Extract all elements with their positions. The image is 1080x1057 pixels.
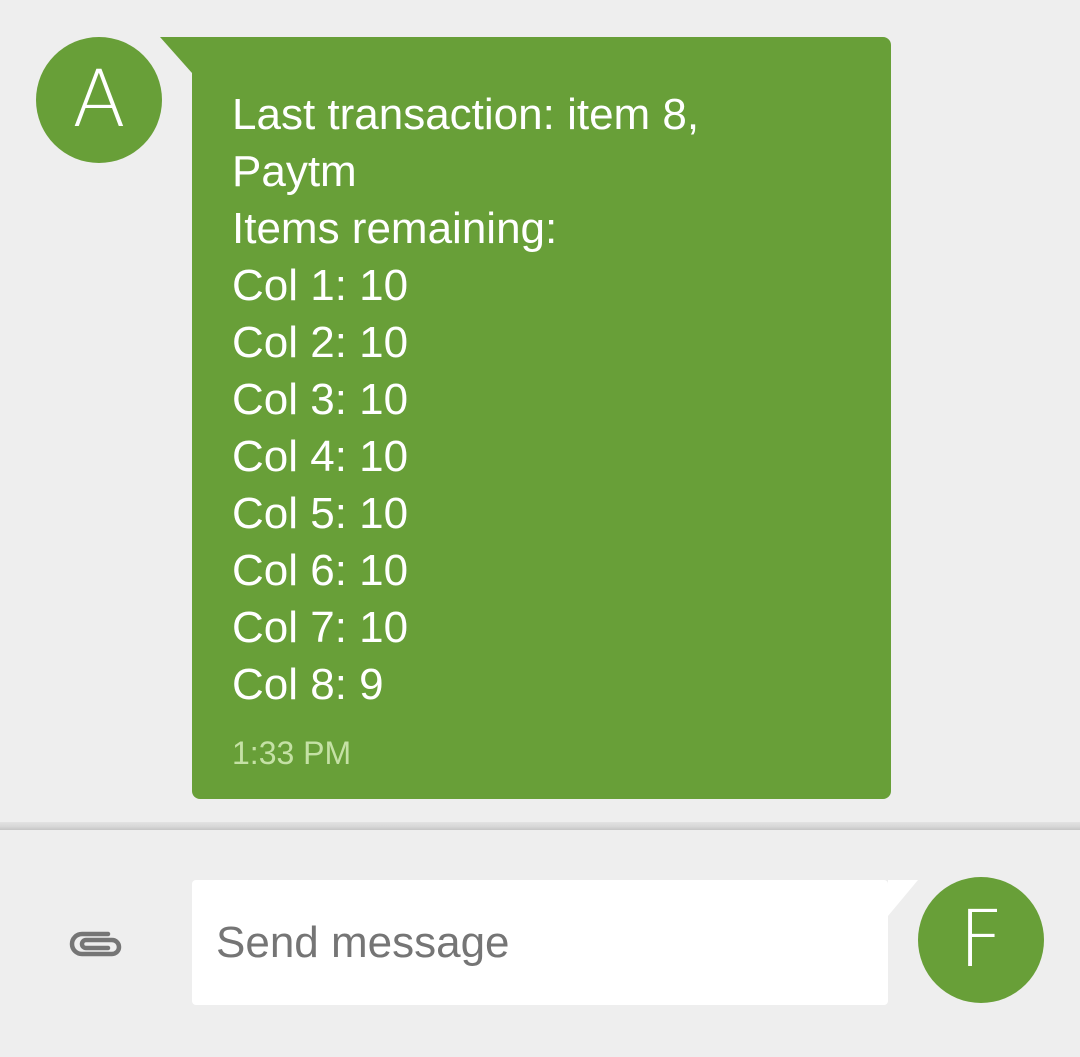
message-line: Col 4: 10 xyxy=(232,432,409,481)
message-line: Paytm xyxy=(232,147,357,196)
self-avatar[interactable]: F xyxy=(918,877,1044,1003)
incoming-message-bubble[interactable]: Last transaction: item 8, Paytm Items re… xyxy=(160,37,891,799)
bubble-tail xyxy=(160,37,192,73)
message-line: Col 7: 10 xyxy=(232,603,409,652)
message-line: Col 5: 10 xyxy=(232,489,409,538)
sender-avatar-initial: A xyxy=(72,55,126,145)
message-line: Last transaction: item 8, xyxy=(232,90,700,139)
message-line: Items remaining: xyxy=(232,204,558,253)
message-line: Col 1: 10 xyxy=(232,261,409,310)
message-line: Col 6: 10 xyxy=(232,546,409,595)
sender-avatar[interactable]: A xyxy=(36,37,162,163)
input-tail xyxy=(888,880,918,916)
self-avatar-initial: F xyxy=(958,895,1004,985)
message-line: Col 3: 10 xyxy=(232,375,409,424)
message-input[interactable] xyxy=(192,880,888,1005)
paperclip-icon[interactable] xyxy=(64,926,130,962)
message-timestamp: 1:33 PM xyxy=(232,735,352,771)
message-input-box xyxy=(192,880,918,1005)
message-line: Col 2: 10 xyxy=(232,318,409,367)
compose-divider xyxy=(0,822,1080,830)
message-line: Col 8: 9 xyxy=(232,660,384,709)
